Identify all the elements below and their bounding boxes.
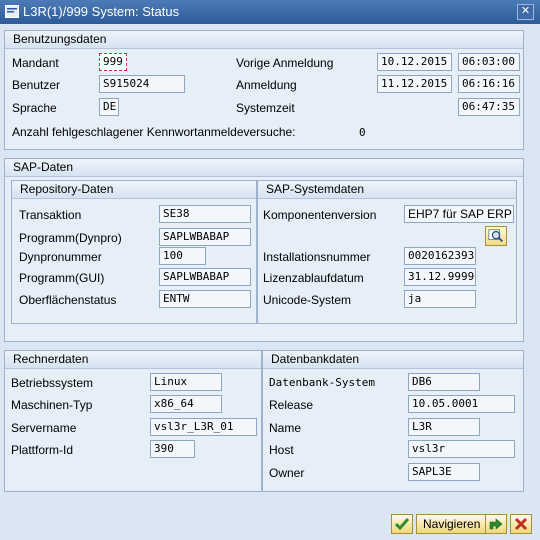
vorige-anmeldung-zeit[interactable]: 06:03:00 xyxy=(458,53,520,71)
systemzeit-label: Systemzeit xyxy=(236,101,295,115)
close-button[interactable]: ✕ xyxy=(517,4,534,20)
benutzer-field[interactable]: S915024 xyxy=(99,75,185,93)
oberflaechenstatus-field[interactable]: ENTW xyxy=(159,290,251,308)
rechnerdaten-title: Rechnerdaten xyxy=(5,351,261,369)
programm-dynpro-label: Programm(Dynpro) xyxy=(19,231,122,245)
release-label: Release xyxy=(269,398,314,412)
datenbankdaten-group: Datenbankdaten Datenbank-System DB6 Rele… xyxy=(262,350,524,492)
unicode-system-label: Unicode-System xyxy=(263,293,352,307)
anmeldung-zeit[interactable]: 06:16:16 xyxy=(458,75,520,93)
cancel-button[interactable] xyxy=(510,514,532,534)
navigieren-label: Navigieren xyxy=(423,517,481,531)
host-field[interactable]: vsl3r xyxy=(408,440,515,458)
plattform-id-field[interactable]: 390 xyxy=(150,440,195,458)
vorige-anmeldung-label: Vorige Anmeldung xyxy=(236,56,334,70)
betriebssystem-field[interactable]: Linux xyxy=(150,373,222,391)
datenbankdaten-title: Datenbankdaten xyxy=(263,351,523,369)
maschinen-typ-field[interactable]: x86_64 xyxy=(150,395,222,413)
release-field[interactable]: 10.05.0001 xyxy=(408,395,515,413)
repository-daten-title: Repository-Daten xyxy=(12,181,256,199)
host-label: Host xyxy=(269,443,294,457)
installationsnummer-label: Installationsnummer xyxy=(263,250,371,264)
betriebssystem-label: Betriebssystem xyxy=(11,376,94,390)
mandant-label: Mandant xyxy=(12,56,59,70)
mandant-field[interactable]: 999 xyxy=(99,53,127,71)
lizenzablaufdatum-label: Lizenzablaufdatum xyxy=(263,271,364,285)
transaktion-field[interactable]: SE38 xyxy=(159,205,251,223)
programm-dynpro-field[interactable]: SAPLWBABAP xyxy=(159,228,251,246)
navigate-icon xyxy=(489,518,503,530)
oberflaechenstatus-label: Oberflächenstatus xyxy=(19,293,117,307)
servername-field[interactable]: vsl3r_L3R_01 xyxy=(150,418,257,436)
confirm-button[interactable] xyxy=(391,514,413,534)
unicode-system-field[interactable]: ja xyxy=(404,290,476,308)
systemzeit-field[interactable]: 06:47:35 xyxy=(458,98,520,116)
transaktion-label: Transaktion xyxy=(19,208,82,222)
benutzungsdaten-group: Benutzungsdaten Mandant 999 Benutzer S91… xyxy=(4,30,524,150)
navigate-icon-button[interactable] xyxy=(485,514,507,534)
lizenzablaufdatum-field[interactable]: 31.12.9999 xyxy=(404,268,476,286)
fehlversuche-value: 0 xyxy=(359,126,366,139)
komponenten-details-button[interactable] xyxy=(485,226,507,246)
programm-gui-field[interactable]: SAPLWBABAP xyxy=(159,268,251,286)
vorige-anmeldung-datum[interactable]: 10.12.2015 xyxy=(377,53,452,71)
title-bar: L3R(1)/999 System: Status ✕ xyxy=(0,0,540,24)
maschinen-typ-label: Maschinen-Typ xyxy=(11,398,93,412)
window-title: L3R(1)/999 System: Status xyxy=(23,4,180,19)
dynpronummer-label: Dynpronummer xyxy=(19,250,102,264)
rechnerdaten-group: Rechnerdaten Betriebssystem Linux Maschi… xyxy=(4,350,262,492)
sapdaten-group: SAP-Daten Repository-Daten Transaktion S… xyxy=(4,158,524,342)
check-icon xyxy=(394,518,410,531)
sapdaten-title: SAP-Daten xyxy=(5,159,523,177)
sap-systemdaten-title: SAP-Systemdaten xyxy=(258,181,516,199)
programm-gui-label: Programm(GUI) xyxy=(19,271,105,285)
db-name-field[interactable]: L3R xyxy=(408,418,480,436)
fehlversuche-label: Anzahl fehlgeschlagener Kennwortanmeldev… xyxy=(12,125,296,139)
anmeldung-datum[interactable]: 11.12.2015 xyxy=(377,75,452,93)
datenbank-system-field[interactable]: DB6 xyxy=(408,373,480,391)
navigieren-button[interactable]: Navigieren xyxy=(416,514,488,534)
plattform-id-label: Plattform-Id xyxy=(11,443,74,457)
benutzungsdaten-title: Benutzungsdaten xyxy=(5,31,523,49)
sap-systemdaten-group: SAP-Systemdaten Komponentenversion EHP7 … xyxy=(257,180,517,324)
owner-label: Owner xyxy=(269,466,305,480)
db-name-label: Name xyxy=(269,421,302,435)
dynpronummer-field[interactable]: 100 xyxy=(159,247,206,265)
repository-daten-group: Repository-Daten Transaktion SE38 Progra… xyxy=(11,180,257,324)
sprache-label: Sprache xyxy=(12,101,57,115)
status-dialog: L3R(1)/999 System: Status ✕ Benutzungsda… xyxy=(0,0,540,540)
sprache-field[interactable]: DE xyxy=(99,98,119,116)
close-icon: ✕ xyxy=(520,5,531,17)
servername-label: Servername xyxy=(11,421,77,435)
komponentenversion-field[interactable]: EHP7 für SAP ERP ... xyxy=(404,205,514,223)
komponentenversion-label: Komponentenversion xyxy=(263,208,377,222)
owner-field[interactable]: SAPL3E xyxy=(408,463,480,481)
datenbank-system-label: Datenbank-System xyxy=(269,376,375,389)
installationsnummer-field[interactable]: 0020162393 xyxy=(404,247,476,265)
benutzer-label: Benutzer xyxy=(12,78,61,92)
dialog-body: Benutzungsdaten Mandant 999 Benutzer S91… xyxy=(0,24,540,540)
cancel-icon xyxy=(514,517,528,531)
anmeldung-label: Anmeldung xyxy=(236,78,297,92)
window-icon xyxy=(5,5,19,18)
magnifier-icon xyxy=(488,229,503,243)
